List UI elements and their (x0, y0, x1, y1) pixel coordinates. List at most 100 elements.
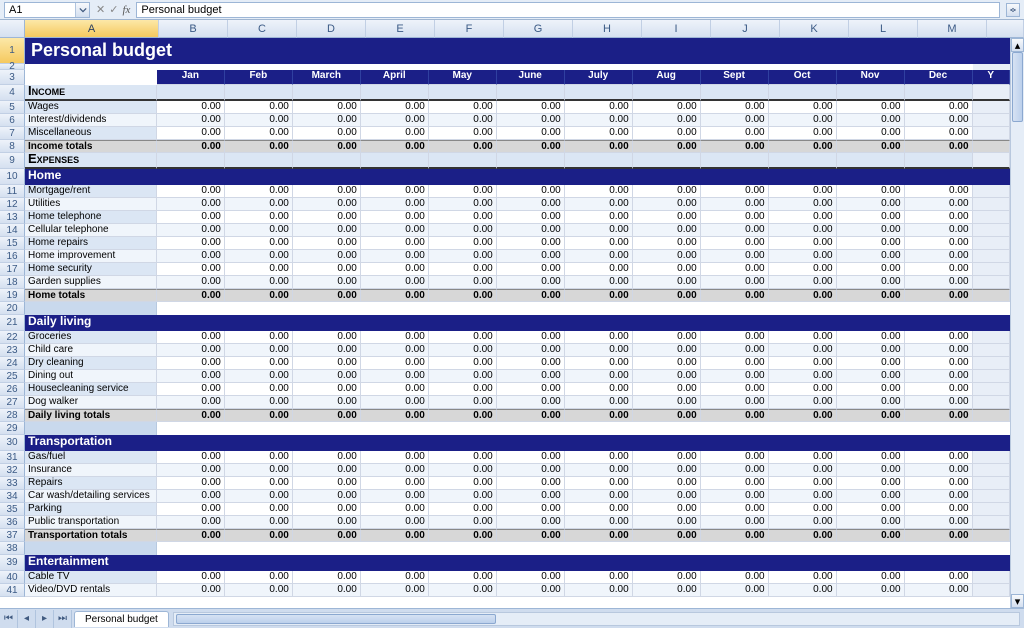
row-header[interactable]: 12 (0, 198, 25, 211)
row-header[interactable]: 33 (0, 477, 25, 490)
scroll-track[interactable] (1011, 52, 1024, 594)
month-header[interactable]: Feb (225, 70, 293, 85)
month-header[interactable]: Nov (837, 70, 905, 85)
row-header[interactable]: 39 (0, 555, 25, 571)
row-header[interactable]: 10 (0, 169, 25, 185)
row-label[interactable]: Home security (25, 263, 157, 276)
col-header-M[interactable]: M (918, 20, 987, 38)
row-label[interactable]: Garden supplies (25, 276, 157, 289)
row-label[interactable]: Cellular telephone (25, 224, 157, 237)
row-label[interactable]: Video/DVD rentals (25, 584, 157, 597)
month-header[interactable]: Oct (769, 70, 837, 85)
row-header[interactable]: 35 (0, 503, 25, 516)
row-header[interactable]: 40 (0, 571, 25, 584)
month-header[interactable]: Dec (905, 70, 973, 85)
cancel-icon[interactable]: ✕ (96, 3, 105, 16)
row-header[interactable]: 25 (0, 370, 25, 383)
formula-input[interactable] (137, 3, 999, 17)
hscroll-thumb[interactable] (176, 614, 496, 624)
row-label[interactable]: Insurance (25, 464, 157, 477)
row-header[interactable]: 15 (0, 237, 25, 250)
col-header-G[interactable]: G (504, 20, 573, 38)
name-box-input[interactable] (5, 4, 75, 16)
select-all-corner[interactable] (0, 20, 25, 38)
row-label[interactable]: Repairs (25, 477, 157, 490)
col-header-D[interactable]: D (297, 20, 366, 38)
row-header[interactable]: 26 (0, 383, 25, 396)
row-header[interactable]: 9 (0, 153, 25, 169)
formula-expand-icon[interactable] (1006, 3, 1020, 17)
row-header[interactable]: 16 (0, 250, 25, 263)
tab-last-icon[interactable]: ⏭ (54, 610, 72, 628)
col-header-J[interactable]: J (711, 20, 780, 38)
row-header[interactable]: 31 (0, 451, 25, 464)
row-label[interactable]: Utilities (25, 198, 157, 211)
month-header[interactable]: Jan (157, 70, 225, 85)
scroll-up-icon[interactable]: ▴ (1011, 38, 1024, 52)
row-label[interactable]: Car wash/detailing services (25, 490, 157, 503)
month-header[interactable]: July (565, 70, 633, 85)
row-label[interactable]: Housecleaning service (25, 383, 157, 396)
col-header-E[interactable]: E (366, 20, 435, 38)
row-header[interactable]: 36 (0, 516, 25, 529)
row-header[interactable]: 23 (0, 344, 25, 357)
row-header[interactable]: 34 (0, 490, 25, 503)
col-header-H[interactable]: H (573, 20, 642, 38)
tab-next-icon[interactable]: ▸ (36, 610, 54, 628)
row-header[interactable]: 29 (0, 422, 25, 435)
tab-prev-icon[interactable]: ◂ (18, 610, 36, 628)
col-header-A[interactable]: A (25, 20, 159, 38)
row-header[interactable]: 20 (0, 302, 25, 315)
scroll-thumb[interactable] (1012, 52, 1023, 122)
row-label[interactable]: Parking (25, 503, 157, 516)
subsection-heading[interactable]: Daily living (25, 315, 157, 331)
row-header[interactable]: 18 (0, 276, 25, 289)
total-label[interactable]: Home totals (25, 289, 157, 302)
month-header[interactable]: Aug (633, 70, 701, 85)
row-label[interactable]: Dining out (25, 370, 157, 383)
col-header-F[interactable]: F (435, 20, 504, 38)
section-heading[interactable]: Income (25, 85, 157, 101)
total-label[interactable]: Income totals (25, 140, 157, 153)
row-header[interactable]: 6 (0, 114, 25, 127)
col-header-K[interactable]: K (780, 20, 849, 38)
row-label[interactable]: Groceries (25, 331, 157, 344)
row-label[interactable]: Home repairs (25, 237, 157, 250)
name-box[interactable] (4, 2, 90, 18)
subsection-heading[interactable]: Entertainment (25, 555, 157, 571)
row-header[interactable]: 21 (0, 315, 25, 331)
month-header[interactable]: May (429, 70, 497, 85)
month-header[interactable]: June (497, 70, 565, 85)
row-header[interactable]: 38 (0, 542, 25, 555)
row-label[interactable]: Home telephone (25, 211, 157, 224)
row-header[interactable]: 24 (0, 357, 25, 370)
col-header-extra[interactable] (987, 20, 1024, 38)
row-header[interactable]: 28 (0, 409, 25, 422)
row-header[interactable]: 30 (0, 435, 25, 451)
horizontal-scrollbar[interactable] (173, 612, 1020, 626)
accept-icon[interactable]: ✓ (109, 3, 118, 16)
month-header[interactable]: April (361, 70, 429, 85)
row-label[interactable]: Miscellaneous (25, 127, 157, 140)
sheet-tab[interactable]: Personal budget (74, 611, 169, 627)
row-header[interactable]: 19 (0, 289, 25, 302)
row-header[interactable]: 3 (0, 70, 25, 85)
month-header[interactable]: March (293, 70, 361, 85)
row-label[interactable]: Dog walker (25, 396, 157, 409)
row-label[interactable]: Dry cleaning (25, 357, 157, 370)
col-header-B[interactable]: B (159, 20, 228, 38)
sheet-body[interactable]: Personal budgetJanFebMarchAprilMayJuneJu… (25, 38, 1010, 608)
fx-icon[interactable]: fx (122, 4, 130, 16)
row-header[interactable]: 37 (0, 529, 25, 542)
row-header[interactable]: 4 (0, 85, 25, 101)
row-header[interactable]: 7 (0, 127, 25, 140)
row-label[interactable]: Cable TV (25, 571, 157, 584)
row-label[interactable]: Public transportation (25, 516, 157, 529)
total-label[interactable]: Daily living totals (25, 409, 157, 422)
total-label[interactable]: Transportation totals (25, 529, 157, 542)
row-header[interactable]: 14 (0, 224, 25, 237)
row-label[interactable]: Gas/fuel (25, 451, 157, 464)
subsection-heading[interactable]: Transportation (25, 435, 157, 451)
section-heading[interactable]: Expenses (25, 153, 157, 169)
row-label[interactable]: Home improvement (25, 250, 157, 263)
